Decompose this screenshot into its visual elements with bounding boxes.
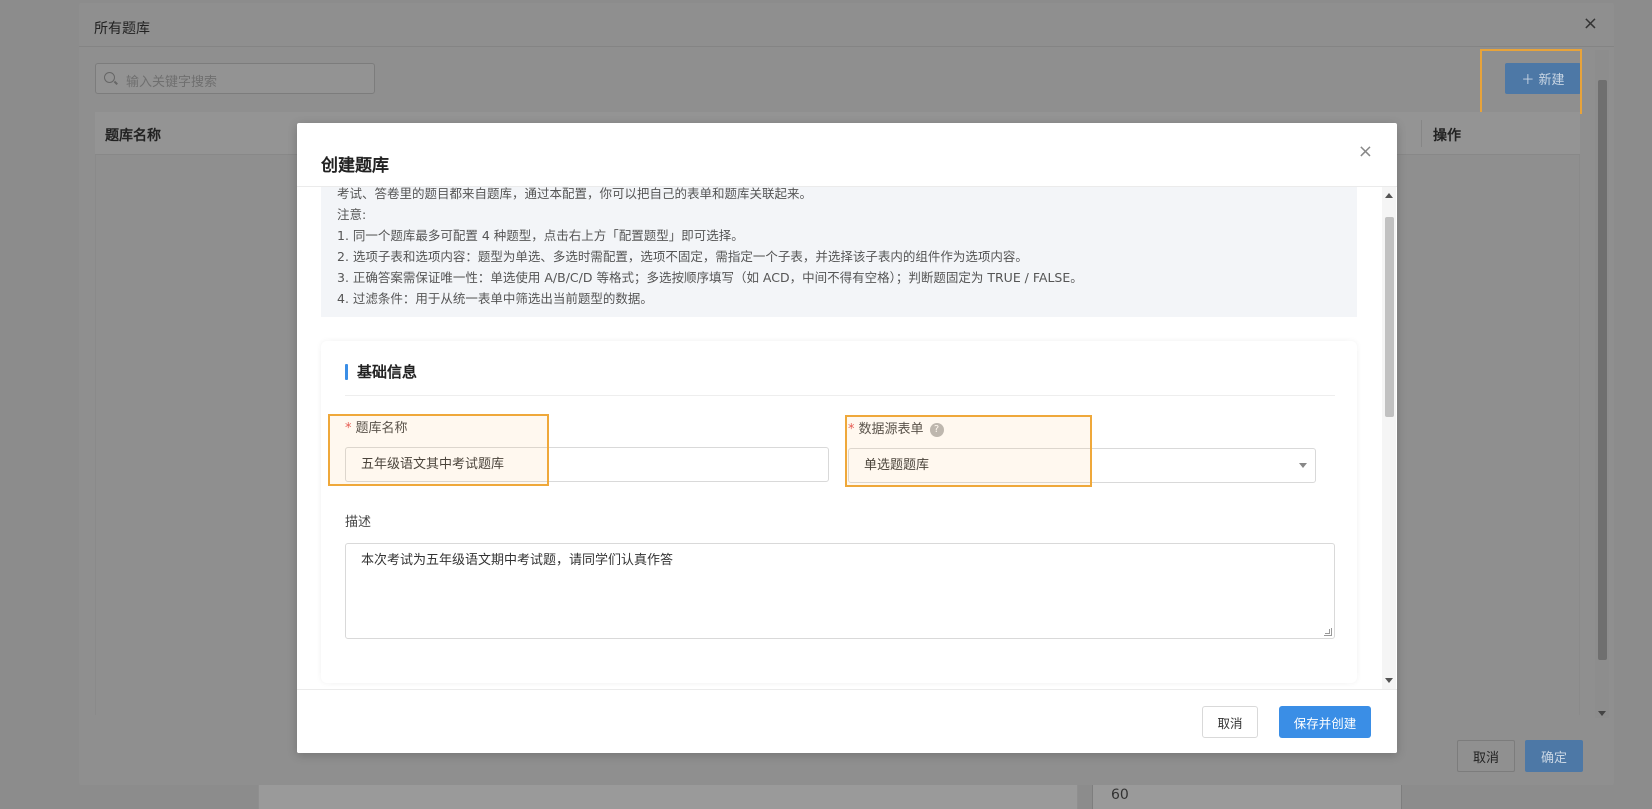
outer-scrollbar-thumb[interactable]	[1598, 80, 1607, 660]
basic-info-card: 基础信息 * 题库名称 五年级语文其中考试题库 * 数据源表单? 单选题题库 描述 …	[321, 341, 1357, 683]
notice-line: 3. 正确答案需保证唯一性：单选使用 A/B/C/D 等格式；多选按顺序填写（如…	[337, 270, 1083, 285]
description-textarea[interactable]: 本次考试为五年级语文期中考试题，请同学们认真作答	[345, 543, 1335, 639]
inner-dialog-footer: 取消 保存并创建	[297, 689, 1397, 753]
column-header-name: 题库名称	[105, 128, 161, 144]
notice-line: 注意:	[337, 207, 367, 222]
column-header-actions: 操作	[1433, 128, 1461, 144]
notice-line: 1. 同一个题库最多可配置 4 种题型，点击右上方「配置题型」即可选择。	[337, 228, 744, 243]
outer-scroll-down-icon[interactable]	[1598, 711, 1606, 716]
column-divider	[1421, 120, 1422, 147]
notice-box: 考试、答卷里的题目都来自题库，通过本配置，你可以把自己的表单和题库关联起来。 注…	[321, 187, 1357, 317]
chevron-down-icon	[1299, 463, 1307, 468]
outer-cancel-button[interactable]: 取消	[1457, 740, 1515, 772]
background-input-value: 60	[1111, 787, 1129, 803]
search-icon	[104, 72, 115, 83]
description-value: 本次考试为五年级语文期中考试题，请同学们认真作答	[361, 553, 674, 568]
inner-dialog-body: 考试、答卷里的题目都来自题库，通过本配置，你可以把自己的表单和题库关联起来。 注…	[297, 187, 1397, 689]
description-label: 描述	[345, 515, 372, 530]
create-question-bank-dialog: 创建题库 × 考试、答卷里的题目都来自题库，通过本配置，你可以把自己的表单和题库…	[297, 123, 1397, 753]
outer-ok-button[interactable]: 确定	[1525, 740, 1583, 772]
new-button-highlight	[1480, 49, 1582, 114]
inner-scroll-up-icon[interactable]	[1385, 193, 1393, 198]
outer-close-icon[interactable]: ×	[1583, 15, 1598, 33]
inner-scrollbar-thumb[interactable]	[1385, 217, 1394, 417]
bank-name-highlight	[328, 414, 549, 486]
outer-dialog-title: 所有题库	[94, 21, 150, 37]
inner-close-icon[interactable]: ×	[1358, 141, 1373, 162]
notice-line: 4. 过滤条件：用于从统一表单中筛选出当前题型的数据。	[337, 291, 653, 306]
inner-scrollbar[interactable]	[1382, 187, 1396, 689]
outer-dialog-header: 所有题库 ×	[79, 3, 1614, 47]
cancel-button[interactable]: 取消	[1202, 706, 1258, 738]
source-form-highlight	[845, 415, 1092, 487]
resize-handle-icon[interactable]	[1324, 628, 1332, 636]
section-title: 基础信息	[345, 363, 417, 381]
save-and-create-button[interactable]: 保存并创建	[1279, 706, 1371, 738]
inner-dialog-header: 创建题库 ×	[297, 123, 1397, 187]
notice-line: 2. 选项子表和选项内容：题型为单选、多选时需配置，选项不固定，需指定一个子表，…	[337, 249, 1028, 264]
inner-scroll-down-icon[interactable]	[1385, 678, 1393, 683]
outer-scrollbar[interactable]	[1595, 50, 1609, 718]
section-divider	[345, 395, 1335, 396]
inner-dialog-title: 创建题库	[321, 156, 389, 176]
search-input[interactable]: 输入关键字搜索	[95, 63, 375, 94]
notice-line: 考试、答卷里的题目都来自题库，通过本配置，你可以把自己的表单和题库关联起来。	[337, 187, 813, 201]
search-placeholder: 输入关键字搜索	[126, 75, 218, 90]
